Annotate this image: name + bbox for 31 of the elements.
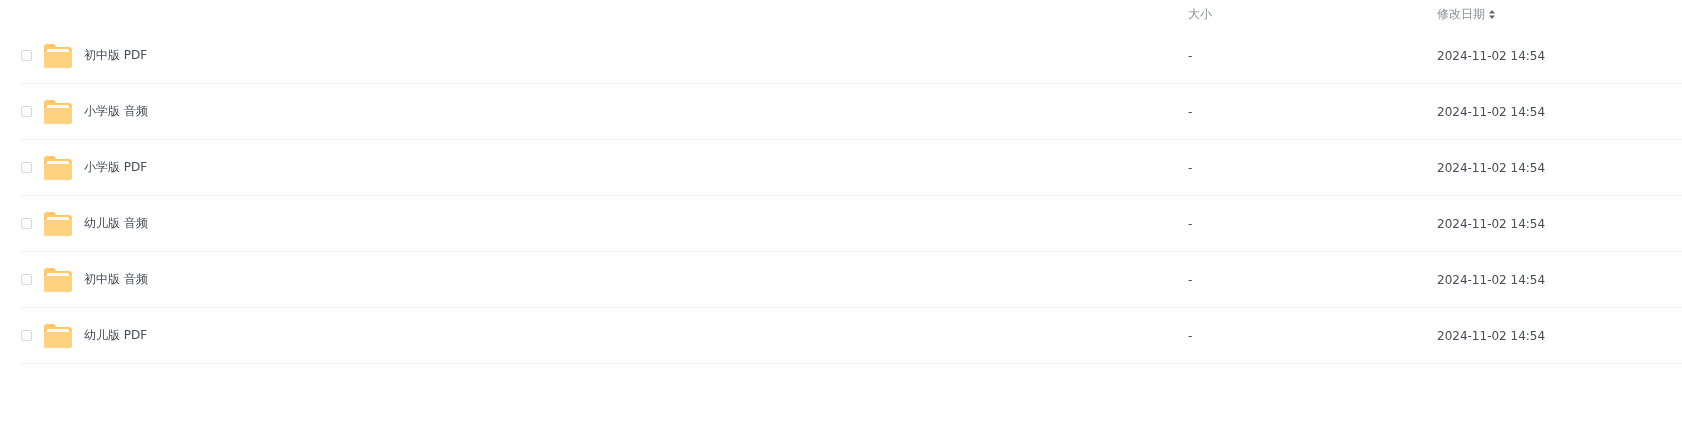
modified-date: 2024-11-02 14:54 (1437, 216, 1547, 231)
folder-icon (44, 211, 72, 236)
checkbox[interactable] (21, 50, 32, 61)
file-size: - (1188, 328, 1194, 343)
file-name[interactable]: 初中版 音频 (84, 271, 1188, 288)
file-name[interactable]: 初中版 PDF (84, 47, 1188, 64)
file-name[interactable]: 幼儿版 音频 (84, 215, 1188, 232)
modified-date: 2024-11-02 14:54 (1437, 104, 1547, 119)
file-size: - (1188, 272, 1194, 287)
folder-icon (44, 43, 72, 68)
file-size: - (1188, 160, 1194, 175)
folder-icon (44, 155, 72, 180)
checkbox[interactable] (21, 274, 32, 285)
checkbox[interactable] (21, 106, 32, 117)
sort-icon[interactable] (1489, 9, 1495, 19)
folder-icon (44, 267, 72, 292)
checkbox[interactable] (21, 330, 32, 341)
checkbox[interactable] (21, 162, 32, 173)
file-name[interactable]: 小学版 PDF (84, 159, 1188, 176)
modified-date: 2024-11-02 14:54 (1437, 272, 1547, 287)
file-size: - (1188, 48, 1194, 63)
file-name[interactable]: 小学版 音频 (84, 103, 1188, 120)
checkbox[interactable] (21, 218, 32, 229)
modified-date: 2024-11-02 14:54 (1437, 48, 1547, 63)
modified-date: 2024-11-02 14:54 (1437, 160, 1547, 175)
modified-date: 2024-11-02 14:54 (1437, 328, 1547, 343)
file-size: - (1188, 216, 1194, 231)
folder-icon (44, 99, 72, 124)
folder-icon (44, 323, 72, 348)
file-size: - (1188, 104, 1194, 119)
file-name[interactable]: 幼儿版 PDF (84, 327, 1188, 344)
